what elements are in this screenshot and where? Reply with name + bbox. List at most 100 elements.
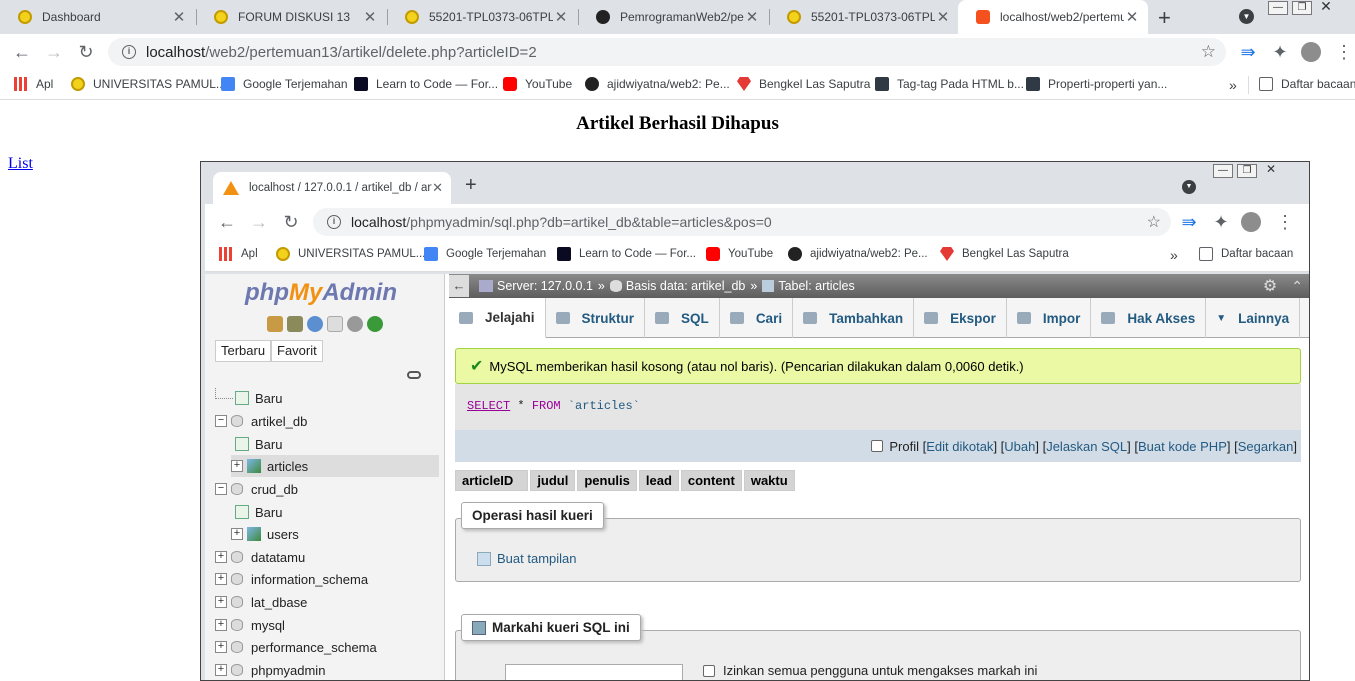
unpam-icon bbox=[214, 10, 228, 24]
tree-item-users: + users bbox=[231, 523, 299, 545]
restore-icon: ❐ bbox=[1237, 164, 1257, 178]
window-controls: — ❐ ✕ bbox=[1268, 0, 1336, 15]
reading-list-icon bbox=[1259, 77, 1273, 91]
bookmark-bengkel[interactable]: Bengkel Las Saputra bbox=[737, 77, 870, 91]
bookmark-label: YouTube bbox=[728, 248, 774, 260]
url-host: localhost bbox=[351, 214, 407, 230]
bookmark-properti[interactable]: Properti-properti yan... bbox=[1026, 77, 1167, 91]
tree-label: performance_schema bbox=[251, 639, 377, 655]
refresh-link: Segarkan bbox=[1237, 438, 1294, 454]
reload-icon: ↻ bbox=[283, 211, 299, 232]
extensions-icon[interactable]: ✦ bbox=[1266, 38, 1294, 66]
inner-toolbar: ← → ↻ i localhost/phpmyadmin/sql.php?db=… bbox=[205, 204, 1309, 240]
tab-import: Impor bbox=[1007, 298, 1092, 338]
bookmarks-overflow: » bbox=[1170, 247, 1178, 263]
tab-course-2[interactable]: 55201-TPL0373-06TPLM006 ✕ bbox=[769, 0, 959, 34]
tab-browse: Jelajahi bbox=[449, 298, 546, 338]
tree-item-new-table: Baru bbox=[235, 433, 282, 455]
send-tab-icon[interactable]: ⇛ bbox=[1234, 38, 1262, 66]
close-tab-icon[interactable]: ✕ bbox=[553, 8, 569, 26]
tab-search-icon[interactable]: ▼ bbox=[1239, 9, 1254, 24]
search-icon bbox=[729, 312, 744, 324]
tree-label: Baru bbox=[255, 436, 283, 452]
bookmark-github[interactable]: ajidwiyatna/web2: Pe... bbox=[585, 77, 730, 91]
codepolitan-icon bbox=[875, 77, 889, 91]
close-tab-icon[interactable]: ✕ bbox=[1124, 8, 1140, 26]
structure-icon bbox=[555, 312, 570, 324]
expand-icon: + bbox=[215, 619, 227, 631]
inner-address-bar: i localhost/phpmyadmin/sql.php?db=artike… bbox=[313, 208, 1171, 236]
reading-list-button[interactable]: Daftar bacaan bbox=[1259, 77, 1355, 91]
new-tab-icon[interactable]: + bbox=[1158, 5, 1171, 31]
close-tab-icon[interactable]: ✕ bbox=[935, 8, 951, 26]
browse-icon bbox=[459, 311, 473, 324]
tree-item-artikel-db: − artikel_db bbox=[215, 410, 307, 432]
gem-icon bbox=[737, 77, 751, 91]
edit-link: Ubah bbox=[1004, 438, 1036, 454]
bookmark-unpam[interactable]: UNIVERSITAS PAMUL... bbox=[71, 77, 226, 91]
database-icon bbox=[231, 619, 243, 631]
tree-item-datatamu: + datatamu bbox=[215, 546, 305, 568]
bookmark-tag-html[interactable]: Tag-tag Pada HTML b... bbox=[875, 77, 1024, 91]
tab-localhost-active[interactable]: localhost/web2/pertemuan13 ✕ bbox=[958, 0, 1148, 34]
back-icon[interactable]: ← bbox=[8, 38, 36, 66]
close-tab-icon: ✕ bbox=[432, 180, 443, 195]
bookmark-apps[interactable]: Apl bbox=[14, 77, 53, 91]
apps-icon bbox=[14, 77, 28, 91]
database-icon bbox=[231, 415, 243, 427]
profile-avatar bbox=[1241, 212, 1261, 232]
bookmark-freecodecamp[interactable]: Learn to Code — For... bbox=[354, 77, 498, 91]
bookmark-label: Tag-tag Pada HTML b... bbox=[897, 77, 1024, 91]
site-info-icon[interactable]: i bbox=[122, 45, 136, 59]
tab-title: 55201-TPL0373-06TPLM006 bbox=[811, 10, 935, 24]
bookmark-label: Google Terjemahan bbox=[243, 77, 348, 91]
close-tab-icon[interactable]: ✕ bbox=[744, 8, 760, 26]
column-header: penulis bbox=[577, 470, 637, 491]
bookmark-youtube[interactable]: YouTube bbox=[503, 77, 572, 91]
new-icon bbox=[235, 437, 249, 451]
bookmark-google-translate[interactable]: Google Terjemahan bbox=[221, 77, 348, 91]
apps-icon bbox=[219, 247, 233, 261]
bookmark-label: Google Terjemahan bbox=[446, 248, 547, 260]
expand-icon: + bbox=[215, 664, 227, 676]
close-tab-icon[interactable]: ✕ bbox=[171, 8, 187, 26]
address-bar[interactable]: i localhost/web2/pertemuan13/artikel/del… bbox=[108, 38, 1226, 66]
close-tab-icon[interactable]: ✕ bbox=[362, 8, 378, 26]
browser-tab-bar: Dashboard ✕ FORUM DISKUSI 13 ✕ 55201-TPL… bbox=[0, 0, 1355, 34]
tab-dashboard[interactable]: Dashboard ✕ bbox=[0, 0, 195, 34]
url-path: /web2/pertemuan13/artikel/delete.php?art… bbox=[205, 43, 537, 61]
collapse-icon: − bbox=[215, 483, 227, 495]
tab-forum[interactable]: FORUM DISKUSI 13 ✕ bbox=[196, 0, 386, 34]
minimize-icon[interactable]: — bbox=[1268, 1, 1288, 15]
xampp-icon bbox=[976, 10, 990, 24]
settings-icon: ⚙ bbox=[1262, 278, 1278, 295]
share-checkbox bbox=[703, 664, 715, 677]
freecodecamp-icon bbox=[557, 247, 571, 261]
restore-icon[interactable]: ❐ bbox=[1292, 1, 1312, 15]
bookmark-label: Bengkel Las Saputra bbox=[759, 77, 871, 91]
profile-label: Profil bbox=[889, 438, 919, 454]
browser-toolbar: ← → ↻ i localhost/web2/pertemuan13/artik… bbox=[0, 34, 1355, 70]
gem-icon bbox=[940, 247, 954, 261]
menu-icon[interactable]: ⋮ bbox=[1330, 38, 1355, 66]
new-icon bbox=[235, 391, 249, 405]
tree-label: lat_dbase bbox=[251, 594, 308, 610]
list-link[interactable]: List bbox=[8, 155, 33, 173]
unpam-icon bbox=[71, 77, 85, 91]
reading-list-icon bbox=[1199, 247, 1213, 261]
tab-course-1[interactable]: 55201-TPL0373-06TPLM006 ✕ bbox=[387, 0, 577, 34]
expand-icon: + bbox=[215, 573, 227, 585]
close-window-icon[interactable]: ✕ bbox=[1316, 0, 1336, 15]
bookmark-star-icon[interactable]: ☆ bbox=[1201, 42, 1216, 62]
forward-icon[interactable]: → bbox=[40, 38, 68, 66]
success-message: ✔ MySQL memberikan hasil kosong (atau no… bbox=[455, 348, 1301, 384]
docs-icon bbox=[327, 316, 343, 332]
bookmark-label: Apl bbox=[241, 248, 258, 260]
bookmark-label: ajidwiyatna/web2: Pe... bbox=[810, 248, 928, 260]
unpam-icon bbox=[405, 10, 419, 24]
tree-label: Baru bbox=[255, 504, 283, 520]
profile-avatar[interactable] bbox=[1301, 42, 1321, 62]
bookmarks-overflow[interactable]: » bbox=[1229, 77, 1237, 93]
reload-icon[interactable]: ↻ bbox=[72, 38, 100, 66]
tab-github[interactable]: PemrogramanWeb2/pertemuan ✕ bbox=[578, 0, 768, 34]
